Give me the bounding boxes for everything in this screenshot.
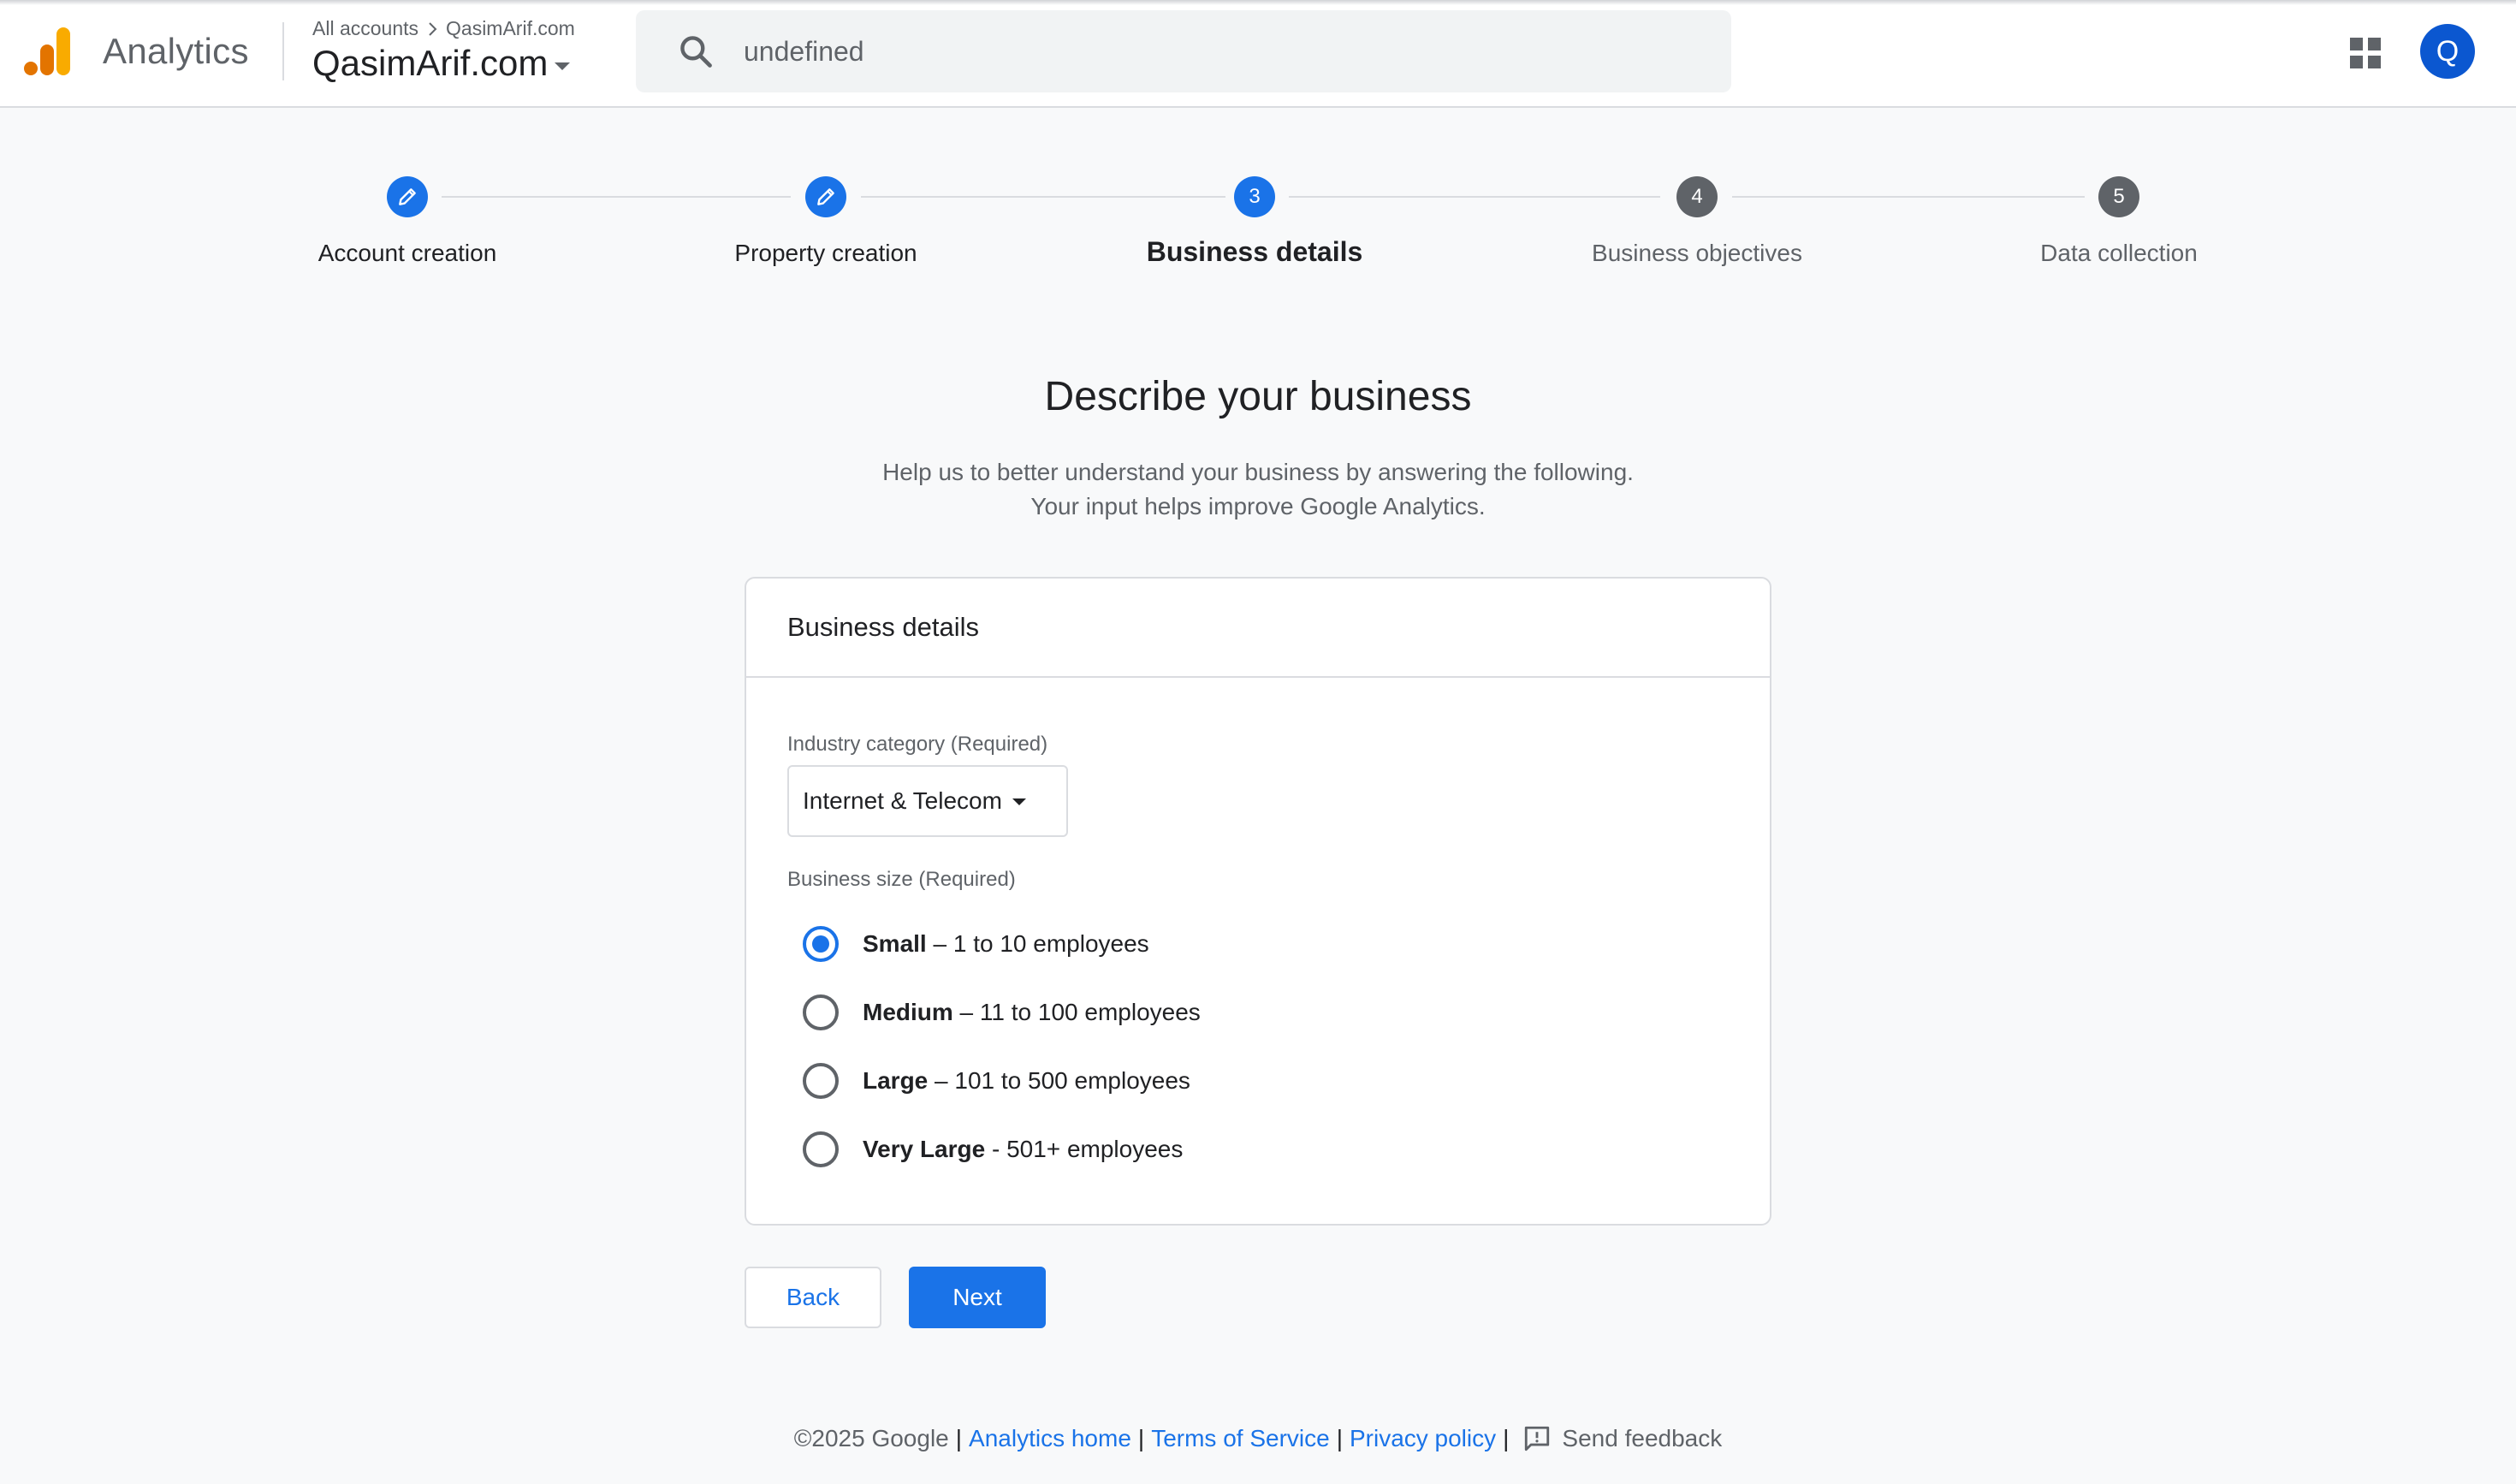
radio-button[interactable] xyxy=(803,1131,839,1167)
step-number-badge: 5 xyxy=(2098,176,2139,217)
size-option-small[interactable]: Small – 1 to 10 employees xyxy=(803,926,1149,962)
step-property-creation[interactable]: Property creation xyxy=(620,176,1031,267)
search-input[interactable]: undefined xyxy=(744,36,864,68)
breadcrumb-all-accounts[interactable]: All accounts xyxy=(312,17,418,40)
step-number-badge: 4 xyxy=(1676,176,1718,217)
step-complete-badge xyxy=(805,176,846,217)
analytics-home-link[interactable]: Analytics home xyxy=(969,1425,1131,1452)
size-option-label: Very Large - 501+ employees xyxy=(863,1136,1184,1162)
header-divider xyxy=(282,22,284,80)
card-title: Business details xyxy=(746,579,1770,678)
step-number-badge: 3 xyxy=(1234,176,1275,217)
chevron-right-icon xyxy=(429,21,437,36)
step-label: Business objectives xyxy=(1592,240,1802,266)
property-name: QasimArif.com xyxy=(312,43,549,83)
step-data-collection: 5 Data collection xyxy=(1914,176,2324,267)
footer-separator: | xyxy=(1137,1425,1145,1451)
page-title: Describe your business xyxy=(1044,374,1472,419)
size-option-large[interactable]: Large – 101 to 500 employees xyxy=(803,1063,1190,1099)
step-complete-badge xyxy=(387,176,428,217)
feedback-icon xyxy=(1525,1426,1550,1451)
size-option-label: Medium – 11 to 100 employees xyxy=(863,999,1201,1025)
product-name[interactable]: Analytics xyxy=(103,31,249,72)
terms-of-service-link[interactable]: Terms of Service xyxy=(1151,1425,1330,1452)
radio-button[interactable] xyxy=(803,994,839,1030)
size-option-label: Small – 1 to 10 employees xyxy=(863,930,1149,957)
size-option-medium[interactable]: Medium – 11 to 100 employees xyxy=(803,994,1201,1030)
business-size-label: Business size (Required) xyxy=(787,868,1016,891)
pencil-edit-icon xyxy=(399,188,416,205)
step-label: Business details xyxy=(1146,236,1363,267)
search-bar[interactable]: undefined xyxy=(636,10,1731,92)
industry-category-select[interactable]: Internet & Telecom xyxy=(787,765,1068,837)
step-business-details: 3 Business details xyxy=(1049,176,1460,268)
industry-category-label: Industry category (Required) xyxy=(787,733,1048,756)
page-subtitle: Help us to better understand your busine… xyxy=(0,455,2516,524)
step-label: Account creation xyxy=(317,240,497,266)
next-button[interactable]: Next xyxy=(909,1267,1046,1328)
step-label: Data collection xyxy=(2040,240,2198,266)
footer-separator: | xyxy=(955,1425,963,1451)
send-feedback-button[interactable]: Send feedback xyxy=(1522,1424,1722,1453)
footer-separator: | xyxy=(1336,1425,1343,1451)
avatar[interactable]: Q xyxy=(2420,24,2475,79)
step-label: Property creation xyxy=(734,240,917,266)
radio-button[interactable] xyxy=(803,926,839,962)
business-details-card: Business details Industry category (Requ… xyxy=(745,577,1771,1226)
industry-category-value: Internet & Telecom xyxy=(803,787,1002,814)
footer-separator: | xyxy=(1503,1425,1510,1451)
property-switcher[interactable]: QasimArif.com xyxy=(312,43,571,84)
pencil-edit-icon xyxy=(817,188,834,205)
dropdown-arrow-icon xyxy=(1012,798,1026,805)
subtitle-line: Your input helps improve Google Analytic… xyxy=(1030,493,1486,519)
size-option-very-large[interactable]: Very Large - 501+ employees xyxy=(803,1131,1183,1167)
back-button[interactable]: Back xyxy=(745,1267,881,1328)
privacy-policy-link[interactable]: Privacy policy xyxy=(1350,1425,1496,1452)
search-icon xyxy=(680,36,712,68)
step-business-objectives: 4 Business objectives xyxy=(1492,176,1902,267)
send-feedback-label: Send feedback xyxy=(1562,1425,1723,1451)
analytics-logo-icon[interactable] xyxy=(24,26,72,77)
breadcrumb[interactable]: All accounts QasimArif.com xyxy=(312,17,575,40)
copyright: ©2025 Google xyxy=(793,1425,949,1451)
radio-button[interactable] xyxy=(803,1063,839,1099)
breadcrumb-account[interactable]: QasimArif.com xyxy=(446,17,575,40)
size-option-label: Large – 101 to 500 employees xyxy=(863,1067,1190,1094)
subtitle-line: Help us to better understand your busine… xyxy=(882,459,1634,485)
chevron-down-icon xyxy=(555,62,571,70)
step-account-creation[interactable]: Account creation xyxy=(202,176,613,267)
footer: ©2025 Google | Analytics home | Terms of… xyxy=(0,1424,2516,1453)
apps-grid-icon[interactable] xyxy=(2348,36,2382,70)
top-app-bar: Analytics All accounts QasimArif.com Qas… xyxy=(0,0,2516,108)
